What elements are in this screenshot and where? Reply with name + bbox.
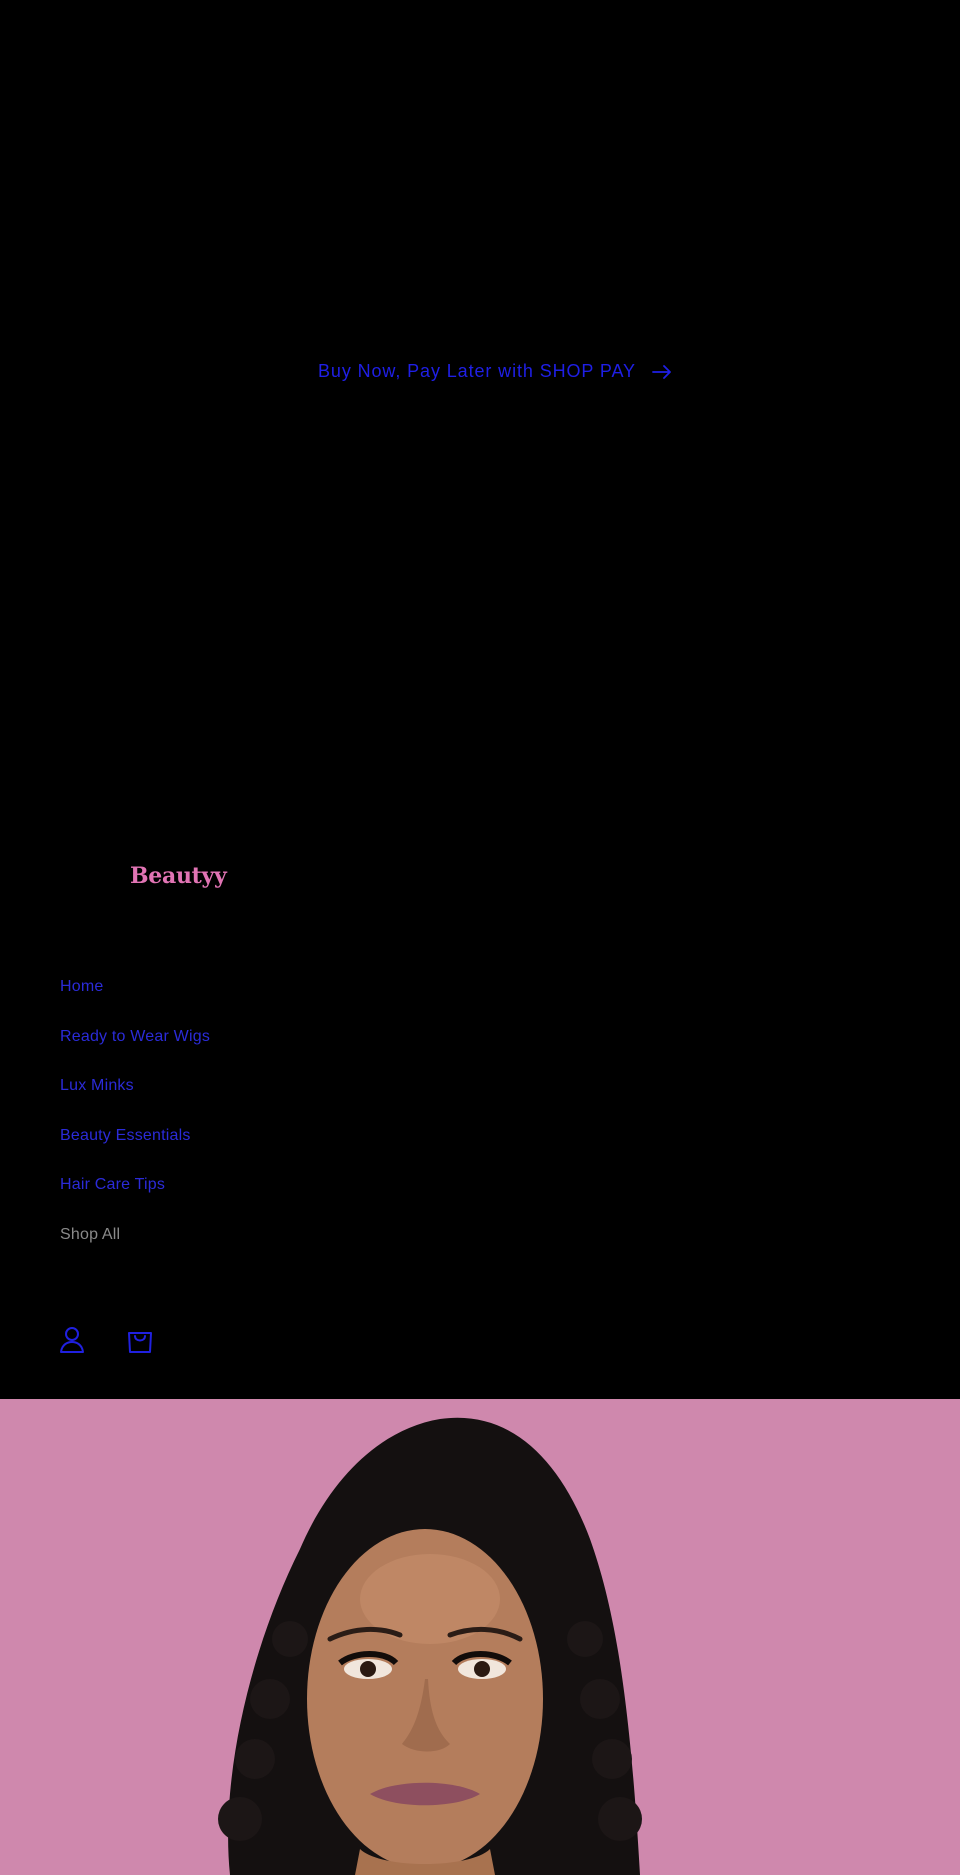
account-icon — [60, 1327, 84, 1353]
account-button[interactable] — [59, 1326, 85, 1359]
main-nav: Home Ready to Wear Wigs Lux Minks Beauty… — [60, 976, 210, 1273]
nav-item-hair-care-tips: Hair Care Tips — [60, 1174, 210, 1224]
site-logo[interactable]: Beautyy — [130, 863, 227, 889]
nav-item-beauty-essentials: Beauty Essentials — [60, 1125, 210, 1175]
nav-item-home: Home — [60, 976, 210, 1026]
nav-item-lux-minks: Lux Minks — [60, 1075, 210, 1125]
announcement-bar: Buy Now, Pay Later with SHOP PAY — [0, 0, 960, 740]
nav-item-shop-all: Shop All — [60, 1224, 210, 1274]
cart-button[interactable] — [127, 1326, 153, 1359]
nav-item-ready-to-wear-wigs: Ready to Wear Wigs — [60, 1026, 210, 1076]
announcement-link[interactable]: Buy Now, Pay Later with SHOP PAY — [318, 361, 672, 382]
nav-link-lux-minks[interactable]: Lux Minks — [60, 1077, 134, 1094]
nav-link-beauty-essentials[interactable]: Beauty Essentials — [60, 1127, 191, 1144]
nav-link-shop-all[interactable]: Shop All — [60, 1226, 120, 1243]
nav-link-hair-care-tips[interactable]: Hair Care Tips — [60, 1176, 165, 1193]
nav-link-home[interactable]: Home — [60, 978, 103, 995]
portrait-woman-curly-wig-image — [218, 1417, 642, 1875]
site-header: Beautyy Home Ready to Wear Wigs Lux Mink… — [0, 740, 960, 1399]
header-icons — [59, 1326, 153, 1359]
announcement-text: Buy Now, Pay Later with SHOP PAY — [318, 361, 636, 381]
nav-link-ready-to-wear-wigs[interactable]: Ready to Wear Wigs — [60, 1028, 210, 1045]
arrow-right-icon — [652, 364, 671, 379]
hero-banner — [0, 1399, 960, 1875]
cart-icon — [128, 1332, 152, 1353]
